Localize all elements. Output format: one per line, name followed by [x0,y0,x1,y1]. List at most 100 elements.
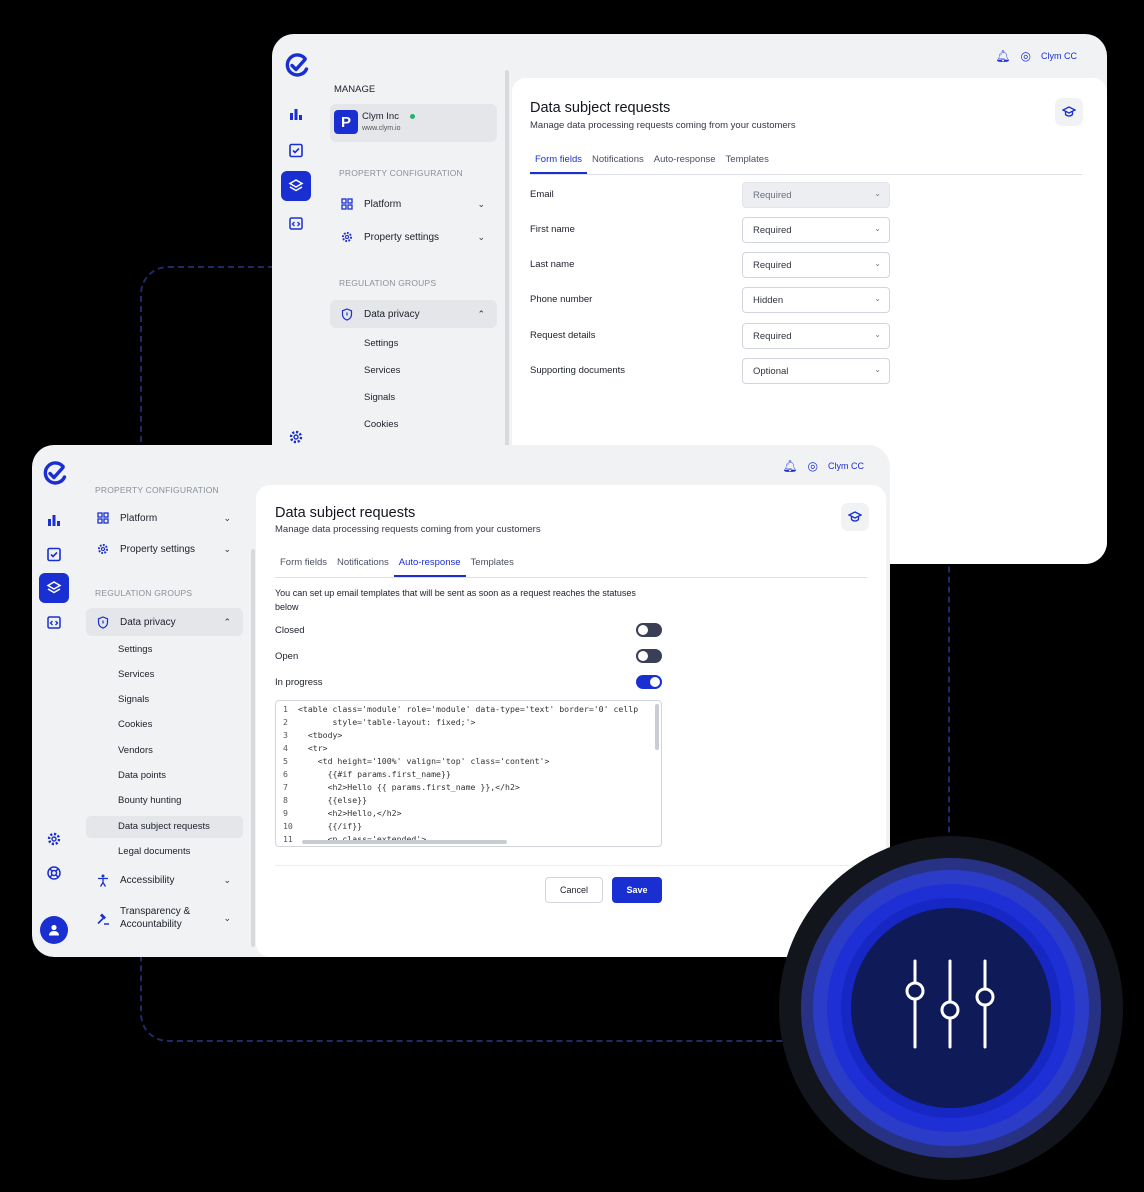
sidebar-scrollbar[interactable] [505,70,509,490]
line-number: 5 [283,756,288,766]
code-calendar-icon[interactable] [281,208,311,238]
field-value: Required [753,225,792,236]
sidebar-item-platform[interactable]: Platform ⌄ [86,507,243,529]
sidebar-subitem-cookies[interactable]: Cookies [118,719,152,730]
code-text: <h2>Hello,</h2> [298,808,402,818]
sidebar-item-label: Property settings [120,543,196,555]
graduation-cap-icon[interactable] [841,503,869,531]
sidebar-subitem-cookies[interactable]: Cookies [364,419,398,430]
tab-auto-response[interactable]: Auto-response [393,557,466,577]
line-number: 2 [283,717,288,727]
analytics-icon[interactable] [281,99,311,129]
tab-notifications[interactable]: Notifications [332,557,394,577]
org-card[interactable]: P Clym Inc www.clym.io [330,104,497,142]
save-button[interactable]: Save [612,877,662,903]
auto-response-description: You can set up email templates that will… [275,586,636,614]
chevron-up-icon: ⌃ [223,616,231,627]
field-value: Optional [753,366,789,377]
globe-icon[interactable]: ◎ [1021,49,1031,63]
account-name[interactable]: Clym CC [828,461,864,471]
layers-icon[interactable] [281,171,311,201]
account-name[interactable]: Clym CC [1041,51,1077,61]
field-label: Email [530,189,554,200]
chevron-down-icon: ⌄ [223,912,231,923]
shield-icon [96,615,110,629]
line-number: 6 [283,769,288,779]
tab-form-fields[interactable]: Form fields [275,557,332,577]
line-number: 3 [283,730,288,740]
chevron-down-icon: ⌄ [477,231,485,242]
front-icon-rail [32,445,82,957]
sidebar-subitem-bounty-hunting[interactable]: Bounty hunting [118,795,181,806]
sidebar-subitem-signals[interactable]: Signals [118,694,149,705]
org-avatar: P [334,110,358,134]
sidebar-item-platform[interactable]: Platform ⌄ [330,193,497,215]
clym-logo-icon [285,53,309,77]
gear-icon[interactable] [39,824,69,854]
tab-templates[interactable]: Templates [466,557,519,577]
user-avatar-icon[interactable] [40,916,68,944]
chevron-down-icon: ⌄ [223,874,231,885]
code-vertical-scrollbar[interactable] [655,704,659,750]
sidebar-item-transparency[interactable]: Transparency & Accountability ⌄ [86,903,243,933]
sidebar-scrollbar[interactable] [251,549,255,947]
globe-icon[interactable]: ◎ [808,459,818,473]
tasks-icon[interactable] [281,135,311,165]
bell-icon[interactable]: 🔔︎ [995,49,1010,63]
sidebar-item-label: Data privacy [364,308,420,320]
layers-icon[interactable] [39,573,69,603]
sidebar-subitem-services[interactable]: Services [118,669,154,680]
chevron-up-icon: ⌃ [477,308,485,319]
sidebar-item-data-privacy[interactable]: Data privacy ⌃ [86,608,243,636]
help-lifebuoy-icon[interactable] [39,858,69,888]
code-editor[interactable]: 1 <table class='module' role='module' dat… [275,700,662,847]
field-select[interactable]: Required ⌄ [742,252,890,278]
chevron-down-icon: ⌄ [874,365,881,374]
code-horizontal-scrollbar[interactable] [302,840,507,844]
sidebar-subitem-signals[interactable]: Signals [364,392,395,403]
sidebar-item-property-settings[interactable]: Property settings ⌄ [86,538,243,560]
sidebar-subitem-settings[interactable]: Settings [364,338,398,349]
tab-notifications[interactable]: Notifications [587,154,649,174]
code-text: <tbody> [298,730,343,740]
code-line: 1 <table class='module' role='module' dat… [276,704,638,717]
field-select[interactable]: Hidden ⌄ [742,287,890,313]
toggle-row-in-progress: In progress [275,674,662,690]
sidebar-subitem-settings[interactable]: Settings [118,644,152,655]
field-value: Required [753,190,792,201]
sidebar-item-property-settings[interactable]: Property settings ⌄ [330,226,497,248]
tab-templates[interactable]: Templates [721,154,774,174]
sidebar-subitem-data-points[interactable]: Data points [118,770,166,781]
sidebar-subitem-vendors[interactable]: Vendors [118,745,153,756]
field-label: Last name [530,259,575,270]
code-calendar-icon[interactable] [39,607,69,637]
line-number: 9 [283,808,288,818]
tasks-icon[interactable] [39,539,69,569]
shield-icon [340,307,354,321]
field-select[interactable]: Optional ⌄ [742,358,890,384]
tab-form-fields[interactable]: Form fields [530,154,587,174]
toggle-switch[interactable] [636,623,662,637]
sidebar-item-accessibility[interactable]: Accessibility ⌄ [86,869,243,891]
front-header-actions: 🔔︎ ◎ Clym CC [782,459,864,473]
cancel-button[interactable]: Cancel [545,877,603,903]
property-config-label: PROPERTY CONFIGURATION [95,485,219,495]
analytics-icon[interactable] [39,505,69,535]
graduation-cap-icon[interactable] [1055,98,1083,126]
regulation-groups-label: REGULATION GROUPS [339,278,437,288]
transparency-line-1: Transparency & [120,906,191,917]
field-select[interactable]: Required ⌄ [742,217,890,243]
sidebar-subitem-legal-documents[interactable]: Legal documents [118,846,190,857]
sidebar-subitem-data-subject-requests[interactable]: Data subject requests [86,816,243,838]
bell-icon[interactable]: 🔔︎ [782,459,797,473]
sidebar-subitem-services[interactable]: Services [364,365,400,376]
chevron-down-icon: ⌄ [477,198,485,209]
tab-bar: Form fields Notifications Auto-response … [530,154,1082,175]
tab-auto-response[interactable]: Auto-response [649,154,721,174]
sidebar-item-data-privacy[interactable]: Data privacy ⌃ [330,300,497,328]
toggle-switch[interactable] [636,675,662,689]
toggle-switch[interactable] [636,649,662,663]
line-number: 4 [283,743,288,753]
field-select[interactable]: Required ⌄ [742,323,890,349]
code-text: <h2>Hello {{ params.first_name }},</h2> [298,782,520,792]
